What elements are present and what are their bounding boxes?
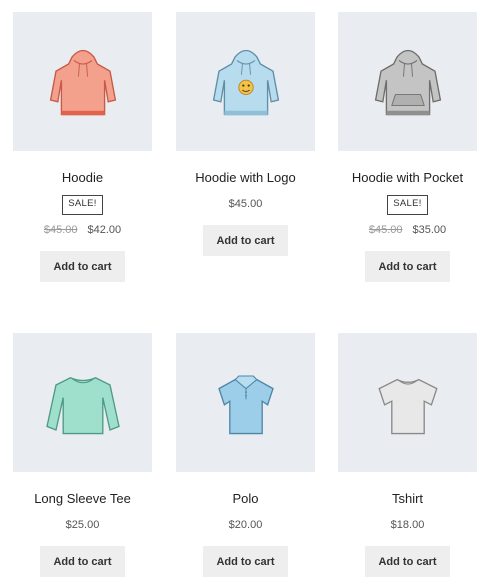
product-image[interactable]: [176, 333, 315, 472]
product-price: $45.00 $42.00: [13, 223, 152, 237]
product-card-hoodie-with-logo: Hoodie with Logo $45.00 Add to cart: [176, 12, 315, 256]
sale-badge: SALE!: [387, 195, 428, 215]
hoodie-icon: [49, 49, 116, 115]
product-image[interactable]: [13, 12, 152, 151]
sale-badge-wrap: SALE!: [13, 195, 152, 215]
product-name[interactable]: Polo: [176, 492, 315, 506]
hoodie-logo-icon: [212, 49, 279, 115]
product-price: $45.00 $35.00: [338, 223, 477, 237]
product-image[interactable]: [338, 12, 477, 151]
current-price: $20.00: [228, 519, 263, 531]
add-to-cart-button[interactable]: Add to cart: [203, 225, 288, 256]
long-sleeve-tee-icon: [45, 376, 120, 434]
product-name[interactable]: Hoodie with Pocket: [338, 171, 477, 185]
product-price: $25.00: [13, 518, 152, 532]
product-price: $20.00: [176, 518, 315, 532]
tshirt-icon: [377, 378, 438, 434]
polo-icon: [217, 374, 274, 434]
product-name[interactable]: Hoodie with Logo: [176, 171, 315, 185]
current-price: $18.00: [390, 519, 425, 531]
product-card-tshirt: Tshirt $18.00 Add to cart: [338, 333, 477, 577]
current-price: $35.00: [412, 224, 447, 236]
sale-badge-wrap: SALE!: [338, 195, 477, 215]
product-card-long-sleeve-tee: Long Sleeve Tee $25.00 Add to cart: [13, 333, 152, 577]
current-price: $45.00: [228, 198, 263, 210]
product-price: $18.00: [338, 518, 477, 532]
product-grid: Hoodie SALE! $45.00 $42.00 Add to cart Ho…: [0, 0, 499, 586]
add-to-cart-button[interactable]: Add to cart: [40, 546, 125, 577]
add-to-cart-button[interactable]: Add to cart: [365, 546, 450, 577]
product-card-polo: Polo $20.00 Add to cart: [176, 333, 315, 577]
product-price: $45.00: [176, 197, 315, 211]
current-price: $42.00: [87, 224, 122, 236]
product-name[interactable]: Tshirt: [338, 492, 477, 506]
add-to-cart-button[interactable]: Add to cart: [203, 546, 288, 577]
old-price: $45.00: [368, 224, 403, 236]
add-to-cart-button[interactable]: Add to cart: [40, 251, 125, 282]
product-name[interactable]: Long Sleeve Tee: [13, 492, 152, 506]
product-image[interactable]: [13, 333, 152, 472]
product-image[interactable]: [176, 12, 315, 151]
current-price: $25.00: [65, 519, 100, 531]
add-to-cart-button[interactable]: Add to cart: [365, 251, 450, 282]
product-card-hoodie: Hoodie SALE! $45.00 $42.00 Add to cart: [13, 12, 152, 282]
old-price: $45.00: [43, 224, 78, 236]
hoodie-pocket-icon: [374, 49, 441, 115]
sale-badge: SALE!: [62, 195, 103, 215]
product-name[interactable]: Hoodie: [13, 171, 152, 185]
product-image[interactable]: [338, 333, 477, 472]
product-card-hoodie-with-pocket: Hoodie with Pocket SALE! $45.00 $35.00 Ad…: [338, 12, 477, 282]
